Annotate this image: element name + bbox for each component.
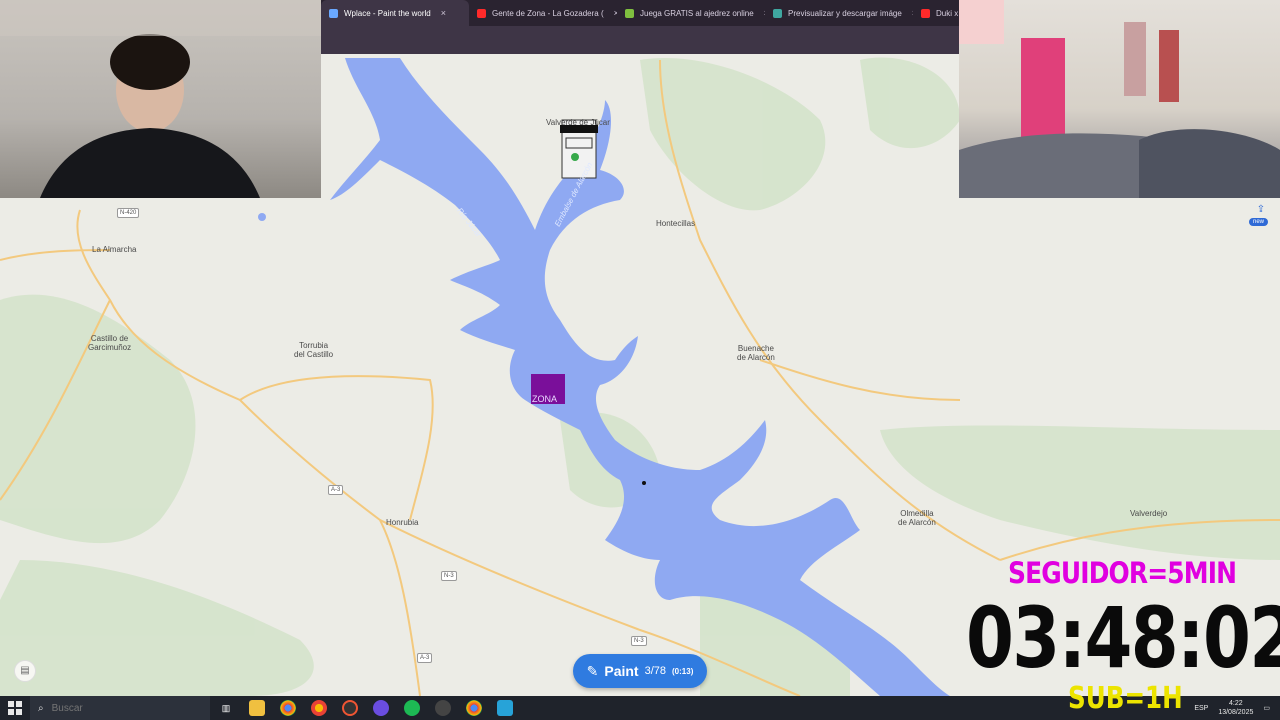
spotify-icon[interactable]	[404, 700, 420, 716]
webcam-person-image	[0, 0, 321, 198]
chrome-canary-icon[interactable]	[311, 700, 327, 716]
paint-timer: (0:13)	[672, 666, 694, 676]
tab-previsualizar[interactable]: Previsualizar y descargar imáge ×	[765, 0, 913, 26]
close-icon[interactable]: ×	[441, 8, 446, 18]
clock-date: 13/08/2025	[1218, 709, 1254, 716]
webcam-room-image	[959, 0, 1280, 198]
wplace-favicon-icon	[329, 8, 338, 18]
place-label: Valverdejo	[1130, 509, 1168, 518]
layers-icon[interactable]: ▤	[14, 660, 36, 682]
clock[interactable]: 4:22 13/08/2025	[1218, 699, 1253, 717]
place-label: Castillo de Garcimuñoz	[88, 334, 132, 352]
paint-label: Paint	[604, 663, 639, 679]
tab-wplace[interactable]: Wplace - Paint the world ×	[321, 0, 469, 26]
place-label: Valverde de Júcar	[546, 118, 610, 127]
obs-icon[interactable]	[342, 700, 358, 716]
road-shield: A-3	[328, 485, 344, 495]
clock-time: 4:22	[1229, 700, 1243, 707]
paint-button[interactable]: ✎ Paint 3/78 (0:13)	[573, 654, 707, 688]
road-shield: A-3	[417, 653, 433, 663]
tab-title: Wplace - Paint the world	[344, 8, 431, 18]
chrome-icon[interactable]	[466, 700, 482, 716]
sub-rule-text: SUB=1H	[1068, 681, 1183, 716]
tab-title: Previsualizar y descargar imáge	[788, 8, 902, 18]
countdown-timer: 03:48:02	[966, 589, 1280, 687]
tab-duki[interactable]: Duki x	[913, 0, 959, 26]
screen: La Almarcha Castillo de Garcimuñoz Torru…	[0, 0, 1280, 720]
file-explorer-icon[interactable]	[249, 700, 265, 716]
system-tray: ESP 4:22 13/08/2025 ▭	[1194, 696, 1280, 720]
tab-gente-de-zona[interactable]: Gente de Zona - La Gozadera ( ×	[469, 0, 617, 26]
app-icon[interactable]	[435, 700, 451, 716]
place-label: Torrubia del Castillo	[294, 341, 334, 359]
app-icon[interactable]	[497, 700, 513, 716]
webcam-room	[959, 0, 1280, 198]
notification-icon[interactable]: ▭	[1263, 704, 1270, 712]
road-shield: N-3	[441, 571, 457, 581]
place-label: La Almarcha	[92, 245, 137, 254]
taskbar-search[interactable]: ⌕	[30, 696, 210, 720]
search-icon: ⌕	[38, 702, 44, 714]
new-badge: new	[1249, 218, 1269, 226]
pixel-art-character	[560, 119, 598, 179]
tab-strip: Wplace - Paint the world × Gente de Zona…	[321, 0, 959, 26]
tab-ajedrez[interactable]: Juega GRATIS al ajedrez online ×	[617, 0, 765, 26]
paint-count: 3/78	[644, 665, 667, 677]
place-label: Olmedilla de Alarcón	[898, 509, 936, 527]
webcam-streamer	[0, 0, 321, 198]
place-label: Hontecillas	[656, 219, 696, 228]
app-icon[interactable]	[373, 700, 389, 716]
chess-favicon-icon	[625, 8, 634, 18]
youtube-favicon-icon	[921, 8, 930, 18]
tab-title: Duki x	[936, 8, 959, 18]
browser-window: Wplace - Paint the world × Gente de Zona…	[321, 0, 959, 54]
youtube-favicon-icon	[477, 8, 486, 18]
road-shield: N-3	[631, 636, 647, 646]
address-bar[interactable]	[321, 26, 959, 54]
task-view-icon[interactable]: ▥	[218, 700, 234, 716]
chrome-icon[interactable]	[280, 700, 296, 716]
tab-title: Gente de Zona - La Gozadera (	[492, 8, 604, 18]
search-input[interactable]	[51, 702, 182, 714]
windows-start-icon[interactable]	[8, 701, 22, 715]
follower-rule-text: SEGUIDOR=5MIN	[1008, 556, 1237, 590]
language-indicator[interactable]: ESP	[1194, 705, 1208, 712]
tab-title: Juega GRATIS al ajedrez online	[640, 8, 754, 18]
pixel-art-label: ZONA	[532, 394, 558, 404]
preview-favicon-icon	[773, 8, 782, 18]
place-label: Buenache de Alarcón	[737, 344, 775, 362]
road-shield: N-420	[117, 208, 140, 218]
pencil-icon: ✎	[586, 662, 599, 679]
place-label: Honrubia	[386, 518, 419, 527]
